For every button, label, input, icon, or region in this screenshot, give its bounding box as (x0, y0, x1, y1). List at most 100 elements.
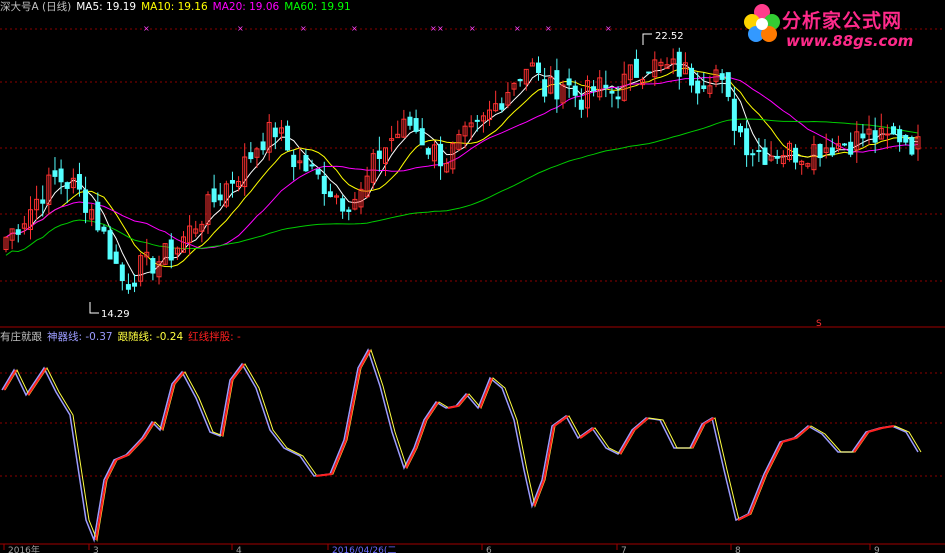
red-segment (867, 427, 883, 433)
candle-down (737, 125, 743, 133)
red-segment (173, 371, 185, 385)
red-segment (231, 363, 245, 381)
candle-down (248, 152, 254, 160)
candle-down (517, 79, 523, 82)
candle-down (40, 199, 46, 204)
candle-down (327, 191, 333, 198)
high-marker-label: 22.52 (655, 31, 684, 42)
candle-down (125, 284, 131, 290)
candle-down (260, 141, 266, 151)
ma20-readout: MA20: 19.06 (212, 1, 280, 13)
signal-marker: × (430, 24, 437, 33)
candle-down (909, 137, 915, 155)
low-marker-label: 14.29 (101, 309, 130, 320)
x-tick-label: 6 (486, 546, 492, 553)
candle-down (58, 168, 64, 183)
markers: 22.5214.29S× × × × × × × × × × (89, 24, 822, 329)
candle-down (474, 119, 480, 122)
red-segment (579, 427, 595, 439)
watermark-url: www.88gs.com (786, 32, 914, 50)
candle-down (566, 78, 572, 86)
candle-down (64, 182, 70, 189)
red-segment (415, 419, 427, 449)
watermark-logo: 分析家公式网 www.88gs.com (742, 2, 942, 54)
candle-down (872, 130, 878, 143)
red-segment (457, 393, 469, 407)
candle-up (884, 133, 890, 136)
candle-down (285, 125, 291, 151)
ma10-readout: MA10: 19.16 (141, 1, 208, 13)
candle-down (95, 201, 101, 231)
candle-down (756, 149, 762, 152)
red-segment (161, 383, 175, 431)
signal-marker: × (143, 24, 150, 33)
candle-down (903, 135, 909, 143)
candle-down (107, 230, 113, 260)
red-segment (795, 425, 811, 439)
flower-logo-icon (744, 4, 780, 42)
candle-down (725, 72, 731, 97)
signal-marker: × (300, 24, 307, 33)
top-panel-header: 深大号A (日线) MA5: 19.19 MA10: 19.16 MA20: 19.0… (0, 0, 356, 14)
red-segment (331, 439, 347, 475)
red-segment (691, 423, 705, 449)
signal-marker: × (469, 24, 476, 33)
candle-down (211, 188, 217, 203)
candle-down (542, 79, 548, 97)
red-segment (143, 421, 155, 439)
candle-down (272, 127, 278, 138)
candle-down (413, 118, 419, 132)
ma5-line (5, 63, 919, 277)
candle-down (76, 174, 82, 190)
chart-stage: 22.5214.29S× × × × × × × × × × 2016年 3 4 2016/04/26(… (0, 24, 945, 553)
candle-down (419, 128, 425, 146)
candle-down (860, 133, 866, 139)
red-segment (115, 454, 129, 461)
candle-down (615, 96, 621, 100)
candle-down (346, 209, 352, 212)
candle-down (750, 153, 756, 156)
candle-down (774, 155, 780, 159)
red-segment (781, 437, 797, 443)
stock-title: 深大号A (日线) (0, 1, 72, 13)
candle-down (150, 258, 156, 274)
s-marker: S (816, 319, 822, 329)
red-segment (633, 417, 649, 431)
red-segment (479, 377, 493, 409)
x-tick-label: 2016/04/26(二 (332, 546, 396, 553)
signal-marker: × (605, 24, 612, 33)
candle-down (15, 229, 21, 235)
candle-down (591, 86, 597, 92)
candle-down (897, 129, 903, 143)
signal-marker: × (545, 24, 552, 33)
candle-down (744, 128, 750, 156)
candle-down (291, 154, 297, 168)
red-segment (221, 379, 233, 437)
candle-down (407, 116, 413, 126)
candle-down (303, 155, 309, 172)
candle-down (848, 141, 854, 155)
candle-down (101, 226, 107, 232)
x-tick-label: 3 (93, 546, 99, 553)
candle-down (376, 150, 382, 159)
candle-down (83, 189, 89, 213)
x-axis: 2016年 3 4 2016/04/26(二 6 7 8 9 (3, 544, 880, 553)
x-tick-label: 7 (621, 546, 627, 553)
candle-down (842, 143, 848, 146)
candle-down (731, 98, 737, 131)
candle-down (793, 147, 799, 163)
main-line-readout: 神器线: -0.37 (47, 331, 113, 343)
candle-down (603, 84, 609, 89)
candle-down (689, 67, 695, 86)
red-line-readout: 红线拌股: - (188, 331, 241, 343)
low-marker-line (89, 302, 99, 314)
red-segment (553, 415, 569, 427)
candle-down (340, 198, 346, 212)
candle-down (113, 251, 119, 264)
red-segment (881, 425, 895, 429)
indicator-title: 有庄就跟 (0, 331, 42, 343)
grid-lines (0, 28, 945, 545)
ma60-readout: MA60: 19.91 (284, 1, 351, 13)
red-segment (737, 513, 751, 521)
candle-down (572, 85, 578, 96)
